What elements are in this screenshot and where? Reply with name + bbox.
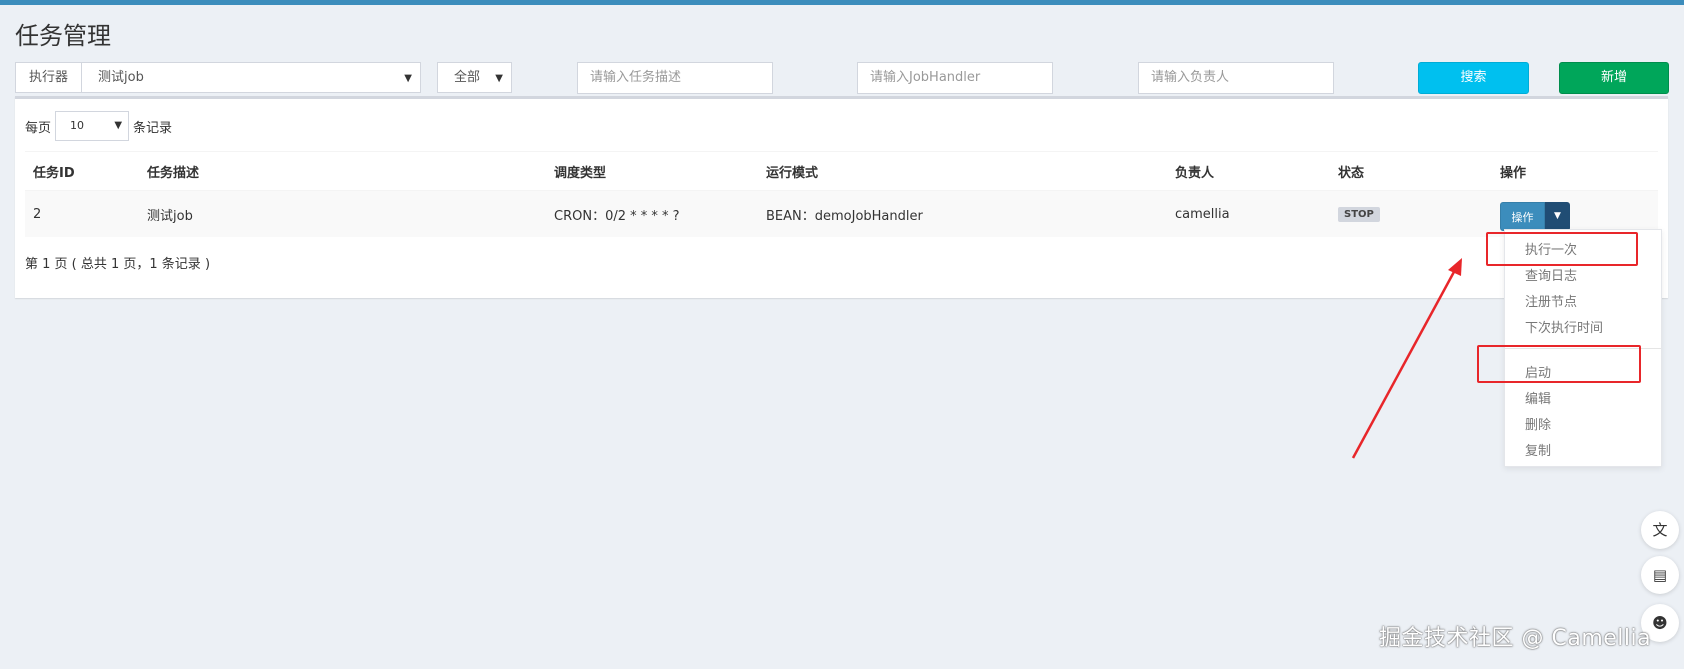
watermark: 掘金技术社区 @ Camellia [1379, 626, 1652, 651]
reader-icon[interactable]: ▤ [1641, 556, 1679, 594]
annotation-arrow [1351, 258, 1462, 459]
translate-icon[interactable]: 文 [1641, 511, 1679, 549]
